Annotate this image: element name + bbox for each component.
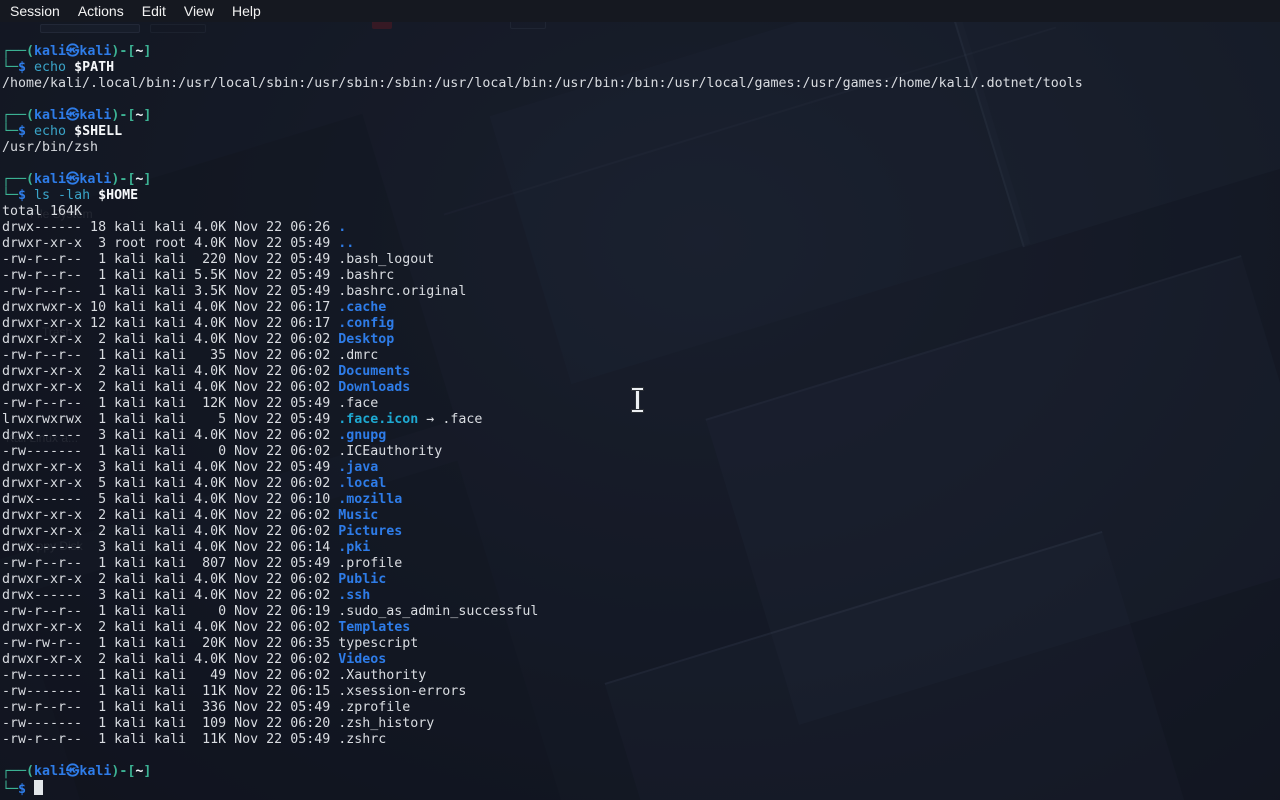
ls-row: lrwxrwxrwx 1 kali kali 5 Nov 22 05:49 .f… <box>2 412 1083 428</box>
ls-row: drwx------ 3 kali kali 4.0K Nov 22 06:02… <box>2 428 1083 444</box>
mouse-ibeam-cursor <box>631 387 644 413</box>
ibeam-stem <box>635 390 640 410</box>
blank-line <box>2 92 1083 108</box>
terminal-output[interactable]: ┌──(kali㉿kali)-[~] └─$ echo $PATH /home/… <box>2 44 1083 796</box>
ls-row: drwxr-xr-x 2 kali kali 4.0K Nov 22 06:02… <box>2 380 1083 396</box>
ls-row: -rw-r--r-- 1 kali kali 336 Nov 22 05:49 … <box>2 700 1083 716</box>
ls-row: -rw-r--r-- 1 kali kali 0 Nov 22 06:19 .s… <box>2 604 1083 620</box>
ls-row: drwxr-xr-x 5 kali kali 4.0K Nov 22 06:02… <box>2 476 1083 492</box>
command-line: └─$ ls -lah $HOME <box>2 188 1083 204</box>
ls-row: drwx------ 3 kali kali 4.0K Nov 22 06:02… <box>2 588 1083 604</box>
menu-item[interactable]: View <box>176 0 222 22</box>
ls-row: drwxr-xr-x 2 kali kali 4.0K Nov 22 06:02… <box>2 572 1083 588</box>
ls-row: -rw------- 1 kali kali 0 Nov 22 06:02 .I… <box>2 444 1083 460</box>
ls-row: drwxr-xr-x 3 kali kali 4.0K Nov 22 05:49… <box>2 460 1083 476</box>
ls-row: -rw-r--r-- 1 kali kali 807 Nov 22 05:49 … <box>2 556 1083 572</box>
ls-row: -rw-r--r-- 1 kali kali 11K Nov 22 05:49 … <box>2 732 1083 748</box>
ls-row: -rw-r--r-- 1 kali kali 220 Nov 22 05:49 … <box>2 252 1083 268</box>
ls-row: -rw------- 1 kali kali 49 Nov 22 06:02 .… <box>2 668 1083 684</box>
ls-row: -rw-r--r-- 1 kali kali 3.5K Nov 22 05:49… <box>2 284 1083 300</box>
blank-line <box>2 748 1083 764</box>
menu-item[interactable]: Help <box>224 0 269 22</box>
output-line-path: /home/kali/.local/bin:/usr/local/sbin:/u… <box>2 76 1083 92</box>
ls-row: drwx------ 18 kali kali 4.0K Nov 22 06:2… <box>2 220 1083 236</box>
ls-row: -rw-r--r-- 1 kali kali 35 Nov 22 06:02 .… <box>2 348 1083 364</box>
ibeam-bottom <box>631 409 644 413</box>
ls-row: drwxrwxr-x 10 kali kali 4.0K Nov 22 06:1… <box>2 300 1083 316</box>
terminal-cursor <box>34 780 43 795</box>
ls-row: drwxr-xr-x 12 kali kali 4.0K Nov 22 06:1… <box>2 316 1083 332</box>
ls-row: drwxr-xr-x 2 kali kali 4.0K Nov 22 06:02… <box>2 524 1083 540</box>
prompt-line: ┌──(kali㉿kali)-[~] <box>2 108 1083 124</box>
prompt-line: ┌──(kali㉿kali)-[~] <box>2 172 1083 188</box>
command-line: └─$ echo $PATH <box>2 60 1083 76</box>
output-line-shell: /usr/bin/zsh <box>2 140 1083 156</box>
prompt-line: ┌──(kali㉿kali)-[~] <box>2 764 1083 780</box>
ls-row: drwxr-xr-x 2 kali kali 4.0K Nov 22 06:02… <box>2 652 1083 668</box>
menu-item[interactable]: Session <box>2 0 68 22</box>
menu-item[interactable]: Edit <box>134 0 174 22</box>
command-line: └─$ echo $SHELL <box>2 124 1083 140</box>
ls-row: drwx------ 5 kali kali 4.0K Nov 22 06:10… <box>2 492 1083 508</box>
menu-item[interactable]: Actions <box>70 0 132 22</box>
ls-row: -rw-rw-r-- 1 kali kali 20K Nov 22 06:35 … <box>2 636 1083 652</box>
ls-row: drwxr-xr-x 2 kali kali 4.0K Nov 22 06:02… <box>2 364 1083 380</box>
output-line-total: total 164K <box>2 204 1083 220</box>
prompt-line: ┌──(kali㉿kali)-[~] <box>2 44 1083 60</box>
ls-row: drwx------ 3 kali kali 4.0K Nov 22 06:14… <box>2 540 1083 556</box>
ls-row: drwxr-xr-x 2 kali kali 4.0K Nov 22 06:02… <box>2 332 1083 348</box>
ls-row: -rw-r--r-- 1 kali kali 12K Nov 22 05:49 … <box>2 396 1083 412</box>
menu-bar: SessionActionsEditViewHelp <box>0 0 1280 22</box>
ls-row: drwxr-xr-x 2 kali kali 4.0K Nov 22 06:02… <box>2 620 1083 636</box>
ls-row: drwxr-xr-x 3 root root 4.0K Nov 22 05:49… <box>2 236 1083 252</box>
ls-listing: drwx------ 18 kali kali 4.0K Nov 22 06:2… <box>2 220 1083 748</box>
blank-line <box>2 156 1083 172</box>
ls-row: -rw------- 1 kali kali 11K Nov 22 06:15 … <box>2 684 1083 700</box>
ls-row: -rw------- 1 kali kali 109 Nov 22 06:20 … <box>2 716 1083 732</box>
input-line[interactable]: └─$ <box>2 780 1083 796</box>
ls-row: -rw-r--r-- 1 kali kali 5.5K Nov 22 05:49… <box>2 268 1083 284</box>
ls-row: drwxr-xr-x 2 kali kali 4.0K Nov 22 06:02… <box>2 508 1083 524</box>
